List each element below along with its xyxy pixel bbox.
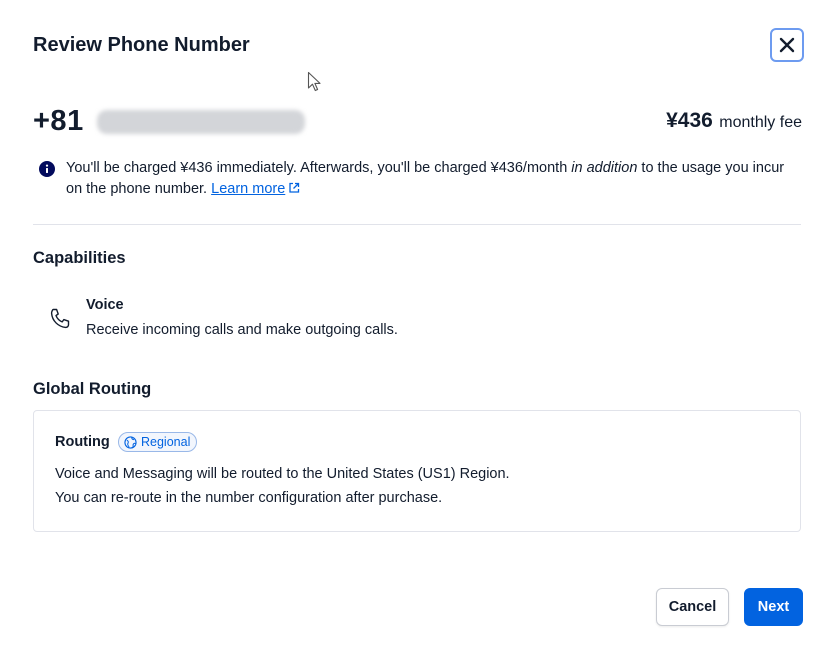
cancel-button[interactable]: Cancel	[656, 588, 729, 626]
regional-badge: Regional	[118, 432, 198, 452]
redacted-phone-number	[97, 110, 305, 134]
routing-label: Routing	[55, 434, 110, 450]
routing-description-line-1: Voice and Messaging will be routed to th…	[55, 466, 510, 482]
global-routing-heading: Global Routing	[33, 380, 152, 398]
info-icon	[39, 161, 55, 177]
routing-description-line-2: You can re-route in the number configura…	[55, 490, 443, 506]
capabilities-heading: Capabilities	[33, 249, 126, 267]
fee-amount: ¥436	[666, 109, 713, 132]
mouse-pointer-icon	[307, 71, 323, 98]
badge-label: Regional	[141, 435, 191, 449]
phone-number-country-code: +81	[33, 105, 84, 137]
globe-icon	[124, 435, 137, 449]
fee-suffix: monthly fee	[719, 114, 802, 131]
charge-notice: You'll be charged ¥436 immediately. Afte…	[39, 158, 799, 200]
notice-text-before: You'll be charged ¥436 immediately. Afte…	[66, 160, 572, 176]
capability-voice-description: Receive incoming calls and make outgoing…	[86, 322, 398, 338]
phone-icon	[48, 307, 72, 336]
charge-notice-text: You'll be charged ¥436 immediately. Afte…	[66, 158, 799, 200]
routing-card: Routing Regional Voice and Messaging wil…	[33, 410, 801, 532]
notice-emphasis: in addition	[571, 160, 638, 176]
close-icon	[779, 37, 795, 53]
modal-title: Review Phone Number	[33, 34, 250, 56]
capability-voice-name: Voice	[86, 297, 124, 313]
next-button[interactable]: Next	[744, 588, 803, 626]
external-link-icon	[289, 182, 300, 193]
learn-more-link[interactable]: Learn more	[211, 181, 285, 197]
section-divider	[33, 224, 801, 225]
close-button[interactable]	[770, 28, 804, 62]
monthly-fee: ¥436 monthly fee	[666, 109, 802, 133]
review-phone-number-modal: Review Phone Number +81 ¥436 monthly fee…	[0, 0, 829, 651]
